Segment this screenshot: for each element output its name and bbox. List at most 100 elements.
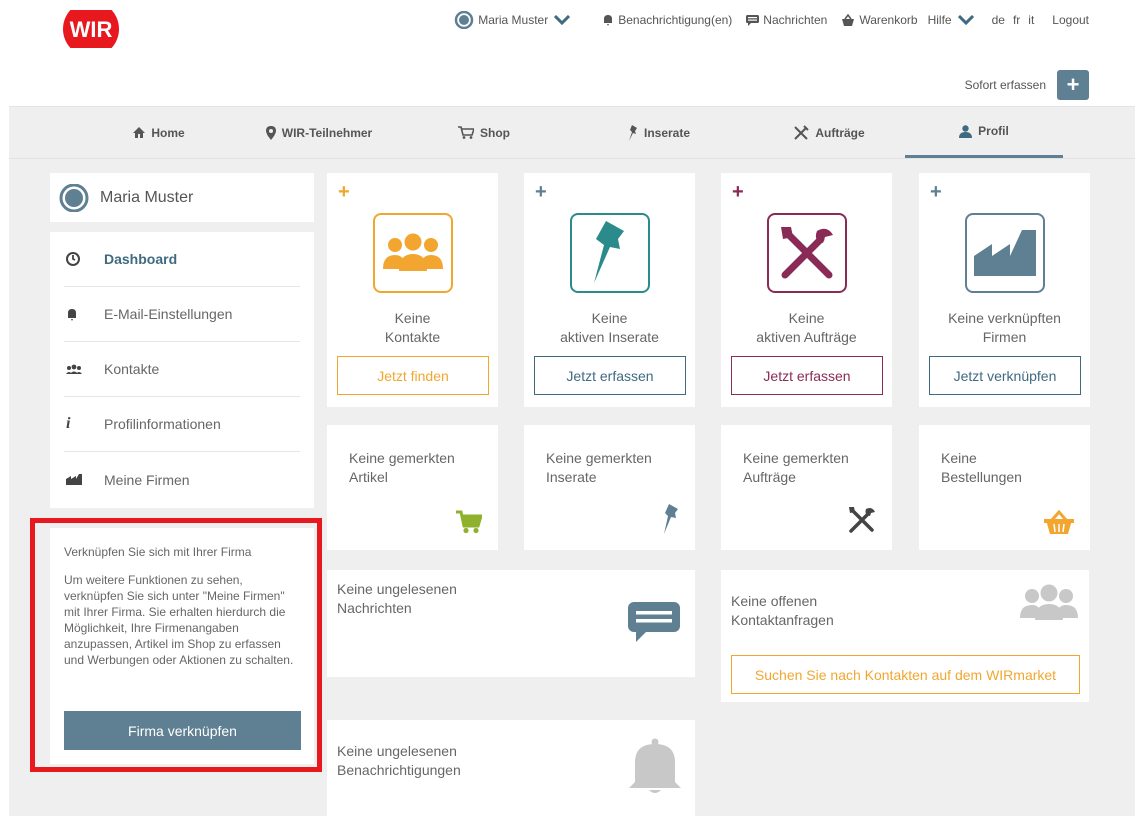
sidebar-item-kontakte[interactable]: Kontakte [64,342,300,397]
quick-add-label: Sofort erfassen [964,78,1046,92]
tools-icon [849,507,875,533]
quick-add-button[interactable]: + [1057,70,1089,100]
contacts-icon [373,213,453,293]
factory-icon [64,474,104,485]
notifications-label: Benachrichtigung(en) [618,13,733,27]
link-company-button[interactable]: Firma verknüpfen [64,711,301,750]
chevron-down-icon [957,15,974,25]
tab-home[interactable]: Home [99,107,219,158]
help-label: Hilfe [927,13,952,27]
people-icon [64,364,104,374]
sidebar-item-meine-firmen[interactable]: Meine Firmen [64,452,300,507]
tile-text-line1: Keine verknüpften [948,310,1061,326]
sidebar-item-dashboard[interactable]: Dashboard [64,232,300,287]
tab-inserate[interactable]: Inserate [599,107,719,158]
tile-text-line2: aktiven Inserate [560,329,659,345]
messages-link[interactable]: Nachrichten [746,13,827,27]
sidebar-item-label: Meine Firmen [104,471,190,488]
quick-add[interactable]: Sofort erfassen + [965,70,1089,100]
tile-text-line1: Keine [591,310,628,326]
find-contacts-button[interactable]: Jetzt finden [337,356,489,395]
sidebar-item-label: E-Mail-Einstellungen [104,306,233,322]
tab-wir-teilnehmer[interactable]: WIR-Teilnehmer [244,107,394,158]
tab-profil-label: Profil [978,124,1009,138]
main-navigation: Home WIR-Teilnehmer Shop Inserate Aufträ… [9,106,1135,159]
messages-label: Nachrichten [763,13,828,27]
tile-nachrichten: Keine ungelesenen Nachrichten [327,570,695,677]
company-link-info: Verknüpfen Sie sich mit Ihrer Firma Um w… [50,528,314,764]
tab-inserate-label: Inserate [643,125,691,140]
search-contacts-button[interactable]: Suchen Sie nach Kontakten auf dem WIRmar… [731,655,1080,694]
add-order-plus[interactable]: + [732,181,744,204]
tile-text-line1: Keine offenen [731,593,818,609]
tools-icon [767,213,847,293]
sidebar-menu: Dashboard E-Mail-Einstellungen Kontakte … [50,232,314,508]
tile-text-line2: Inserate [546,469,597,485]
help-menu[interactable]: Hilfe [928,13,978,27]
tile-text-line1: Keine [394,310,431,326]
lang-de[interactable]: de [992,13,1005,27]
map-pin-icon [265,125,276,140]
tile-text-line1: Keine [941,450,977,466]
tile-text-line2: Aufträge [743,469,796,485]
cart-icon [456,510,482,534]
user-menu-label: Maria Muster [478,13,549,27]
user-menu[interactable]: Maria Muster [454,11,574,29]
tile-text-line1: Keine gemerkten [743,450,849,466]
add-ad-plus[interactable]: + [535,181,547,204]
tile-text-line1: Keine gemerkten [349,450,455,466]
tab-wir-teilnehmer-label: WIR-Teilnehmer [281,125,373,140]
logout-link[interactable]: Logout [1052,13,1089,27]
create-ad-button[interactable]: Jetzt erfassen [534,356,686,395]
lang-it[interactable]: it [1028,13,1034,27]
tab-profil[interactable]: Profil [905,107,1063,158]
tile-text-line2: Kontaktanfragen [731,612,834,628]
pushpin-icon [664,504,678,534]
user-card: Maria Muster [50,173,314,222]
tab-shop[interactable]: Shop [424,107,544,158]
tab-auftraege[interactable]: Aufträge [769,107,889,158]
user-icon [959,124,973,138]
basket-icon [1044,510,1074,534]
lang-fr[interactable]: fr [1013,13,1020,27]
tile-auftraege: + Keine aktiven Aufträge Jetzt erfassen [721,173,892,407]
tile-benachrichtigungen: Keine ungelesenen Benachrichtigungen [327,720,695,816]
clock-icon [64,252,104,266]
tile-text-line1: Keine ungelesenen [337,581,457,597]
wir-logo[interactable]: WIR [60,1,123,57]
basket-icon [842,14,855,26]
people-icon [1020,584,1078,620]
tile-bestellungen: Keine Bestellungen [919,425,1090,550]
sidebar-item-email-einstellungen[interactable]: E-Mail-Einstellungen [64,287,300,342]
user-avatar-icon [454,11,474,29]
tile-text-line2: Kontakte [384,329,441,345]
add-company-plus[interactable]: + [930,181,942,204]
link-company-tile-button[interactable]: Jetzt verknüpfen [929,356,1081,395]
tile-text-line1: Keine [788,310,825,326]
tile-gemerkte-inserate: Keine gemerkten Inserate [524,425,695,550]
tile-text-line2: Nachrichten [337,600,412,616]
cart-label: Warenkorb [859,13,918,27]
tile-text-line1: Keine ungelesenen [337,743,457,759]
tab-shop-label: Shop [480,125,510,140]
user-name: Maria Muster [100,188,194,206]
tile-gemerkte-auftraege: Keine gemerkten Aufträge [721,425,892,550]
chat-icon [746,14,760,26]
tools-icon [794,124,810,140]
tile-text-line2: Firmen [982,329,1027,345]
sidebar-item-label: Profilinformationen [104,416,221,432]
svg-text:WIR: WIR [70,17,113,42]
tile-text-line2: Artikel [349,469,388,485]
create-order-button[interactable]: Jetzt erfassen [731,356,883,395]
add-contact-plus[interactable]: + [338,181,350,204]
company-link-text: Um weitere Funktionen zu sehen, verknüpf… [64,573,294,667]
cart-link[interactable]: Warenkorb [841,13,918,27]
sidebar-item-profilinformationen[interactable]: i Profilinformationen [64,397,300,452]
factory-icon [965,213,1045,293]
bell-icon [604,15,613,26]
home-icon [133,127,146,138]
tile-text-line1: Keine gemerkten [546,450,652,466]
notifications-link[interactable]: Benachrichtigung(en) [602,13,732,27]
tile-gemerkte-artikel: Keine gemerkten Artikel [327,425,498,550]
bell-icon [629,738,681,793]
